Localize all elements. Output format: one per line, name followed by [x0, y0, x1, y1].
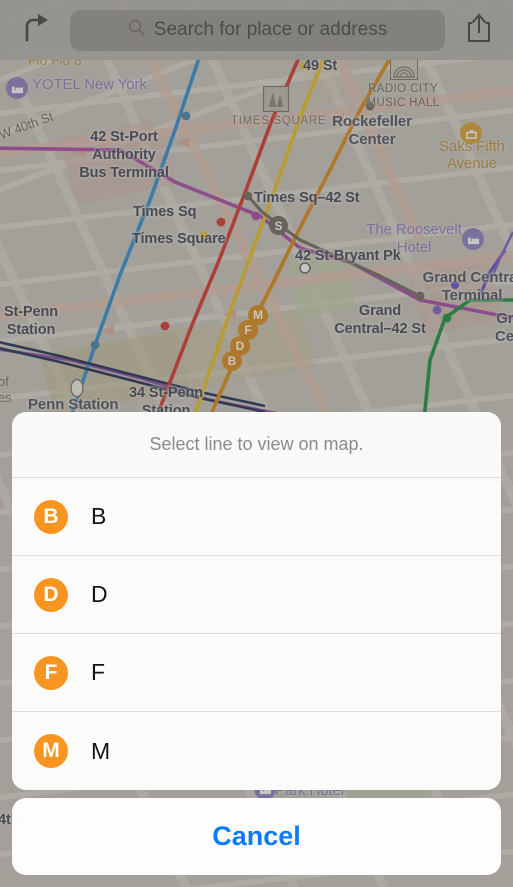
map-label-times-sq-42-st: Times Sq–42 St [254, 190, 360, 206]
map-label-49-st: 49 St [303, 58, 338, 74]
route-bullet-b: B [34, 499, 68, 534]
route-bullet-d: D [34, 577, 68, 612]
map-bullet-b[interactable]: B [222, 351, 242, 371]
turn-right-arrow-icon [22, 13, 48, 47]
map-top-bar: Search for place or address [0, 0, 513, 60]
list-item-line-d[interactable]: D D [12, 556, 501, 634]
map-label-radio-city: RADIO CITY MUSIC HALL [366, 83, 440, 109]
search-input[interactable]: Search for place or address [70, 9, 445, 51]
map-label-times-square-district: TIMES SQUARE [231, 115, 327, 127]
action-sheet-container: Select line to view on map. B B D D F F … [0, 412, 513, 887]
map-label-st-penn-station: St-Penn Station [3, 304, 59, 338]
map-label-rockefeller-center: Rockefeller Center [332, 113, 412, 148]
route-bullet-m: M [34, 734, 68, 768]
search-placeholder-text: Search for place or address [153, 19, 388, 40]
map-label-times-sq: Times Sq [133, 204, 197, 220]
directions-button[interactable] [14, 9, 56, 51]
route-bullet-f: F [34, 655, 68, 690]
route-label-b: B [91, 503, 107, 529]
map-label-port-authority: 42 St-Port Authority Bus Terminal [79, 129, 169, 181]
map-label-times-square-station: Times Square [132, 231, 226, 247]
cancel-button-label: Cancel [212, 821, 301, 851]
route-label-f: F [91, 659, 106, 685]
map-label-grand-central-clipped: Gra Cen [494, 310, 513, 345]
line-select-action-sheet: Select line to view on map. B B D D F F … [12, 412, 501, 790]
radio-city-landmark-icon [390, 58, 418, 80]
search-icon [128, 19, 145, 41]
map-label-penn-station: Penn Station [28, 396, 119, 413]
cancel-button[interactable]: Cancel [12, 798, 501, 875]
times-square-landmark-icon [263, 86, 289, 112]
map-label-grand-central-42-st: Grand Central–42 St [334, 303, 426, 337]
map-label-grand-central-terminal: Grand Central Terminal [422, 269, 513, 304]
roosevelt-hotel-icon[interactable] [462, 228, 484, 250]
route-label-d: D [91, 581, 108, 607]
share-button[interactable] [459, 9, 499, 51]
action-sheet-title: Select line to view on map. [149, 434, 364, 454]
saks-store-icon[interactable] [460, 122, 482, 144]
map-label-of: of [0, 374, 9, 389]
list-item-line-f[interactable]: F F [12, 634, 501, 712]
list-item-line-m[interactable]: M M [12, 712, 501, 790]
route-label-m: M [91, 737, 111, 764]
map-label-42-st-bryant-pk: 42 St-Bryant Pk [295, 248, 401, 264]
list-item-line-b[interactable]: B B [12, 478, 501, 556]
map-label-yotel: YOTEL New York [32, 76, 147, 93]
map-label-es: es [0, 390, 12, 405]
yotel-hotel-icon[interactable] [6, 77, 28, 99]
action-sheet-header: Select line to view on map. [12, 412, 501, 478]
map-bullet-s[interactable]: S [269, 216, 288, 235]
share-upload-icon [467, 12, 491, 48]
